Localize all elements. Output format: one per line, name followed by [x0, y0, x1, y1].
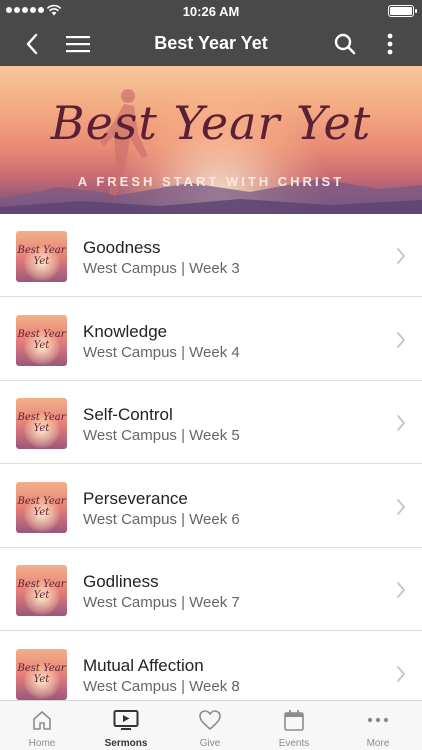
- search-button[interactable]: [325, 22, 365, 66]
- tab-home[interactable]: Home: [0, 701, 84, 750]
- sermon-thumbnail: Best Year Yet: [16, 315, 67, 366]
- tab-bar: Home Sermons Give Events More: [0, 700, 422, 750]
- banner-subtitle: A FRESH START WITH CHRIST: [77, 174, 345, 189]
- chevron-right-icon: [397, 499, 405, 515]
- heart-icon: [199, 710, 221, 730]
- sermon-list: Best Year Yet Goodness West Campus | Wee…: [0, 214, 422, 700]
- sermon-title: Perseverance: [83, 489, 188, 508]
- tab-label: Sermons: [104, 738, 148, 749]
- search-icon: [334, 33, 356, 55]
- sermon-thumbnail: Best Year Yet: [16, 565, 67, 616]
- sermon-title: Knowledge: [83, 322, 168, 341]
- chevron-right-icon: [397, 666, 405, 682]
- tab-give[interactable]: Give: [168, 701, 252, 750]
- sermon-row[interactable]: Best Year Yet Knowledge West Campus | We…: [0, 298, 422, 381]
- sermon-title: Mutual Affection: [83, 656, 204, 675]
- sermon-row[interactable]: Best Year Yet Perseverance West Campus |…: [0, 465, 422, 548]
- sermon-meta: West Campus | Week 7: [83, 594, 240, 611]
- sermon-thumbnail: Best Year Yet: [16, 398, 67, 449]
- sermon-row[interactable]: Best Year Yet Godliness West Campus | We…: [0, 548, 422, 631]
- tab-label: Events: [278, 738, 310, 749]
- chevron-right-icon: [397, 332, 405, 348]
- chevron-right-icon: [397, 248, 405, 264]
- sermon-meta: West Campus | Week 6: [83, 511, 240, 528]
- chevron-right-icon: [397, 415, 405, 431]
- sermon-thumbnail: Best Year Yet: [16, 649, 67, 700]
- more-dots-icon: [367, 717, 389, 723]
- status-bar: 10:26 AM: [0, 0, 422, 22]
- banner-title: Best Year Yet: [50, 96, 372, 150]
- tab-more[interactable]: More: [336, 701, 420, 750]
- sermon-row[interactable]: Best Year Yet Self-Control West Campus |…: [0, 381, 422, 464]
- calendar-icon: [284, 710, 304, 731]
- sermon-row[interactable]: Best Year Yet Goodness West Campus | Wee…: [0, 214, 422, 297]
- battery-icon: [388, 5, 417, 17]
- sermon-meta: West Campus | Week 8: [83, 678, 240, 695]
- overflow-menu-button[interactable]: [370, 22, 410, 66]
- more-vertical-icon: [387, 33, 393, 55]
- sermon-meta: West Campus | Week 3: [83, 260, 240, 277]
- sermon-row[interactable]: Best Year Yet Mutual Affection West Camp…: [0, 632, 422, 700]
- tab-sermons[interactable]: Sermons: [84, 701, 168, 750]
- sermon-thumbnail: Best Year Yet: [16, 482, 67, 533]
- series-banner: Best Year Yet A FRESH START WITH CHRIST: [0, 66, 422, 214]
- tab-label: More: [366, 738, 390, 749]
- sermon-title: Self-Control: [83, 405, 173, 424]
- sermon-title: Godliness: [83, 572, 159, 591]
- tab-label: Give: [199, 738, 221, 749]
- sermon-meta: West Campus | Week 5: [83, 427, 240, 444]
- status-time: 10:26 AM: [182, 4, 240, 19]
- nav-bar: Best Year Yet: [0, 22, 422, 66]
- chevron-right-icon: [397, 582, 405, 598]
- sermon-title: Goodness: [83, 238, 161, 257]
- sermon-meta: West Campus | Week 4: [83, 344, 240, 361]
- tab-label: Home: [28, 738, 56, 749]
- tab-events[interactable]: Events: [252, 701, 336, 750]
- tv-play-icon: [113, 710, 139, 730]
- home-icon: [33, 711, 51, 730]
- sermon-thumbnail: Best Year Yet: [16, 231, 67, 282]
